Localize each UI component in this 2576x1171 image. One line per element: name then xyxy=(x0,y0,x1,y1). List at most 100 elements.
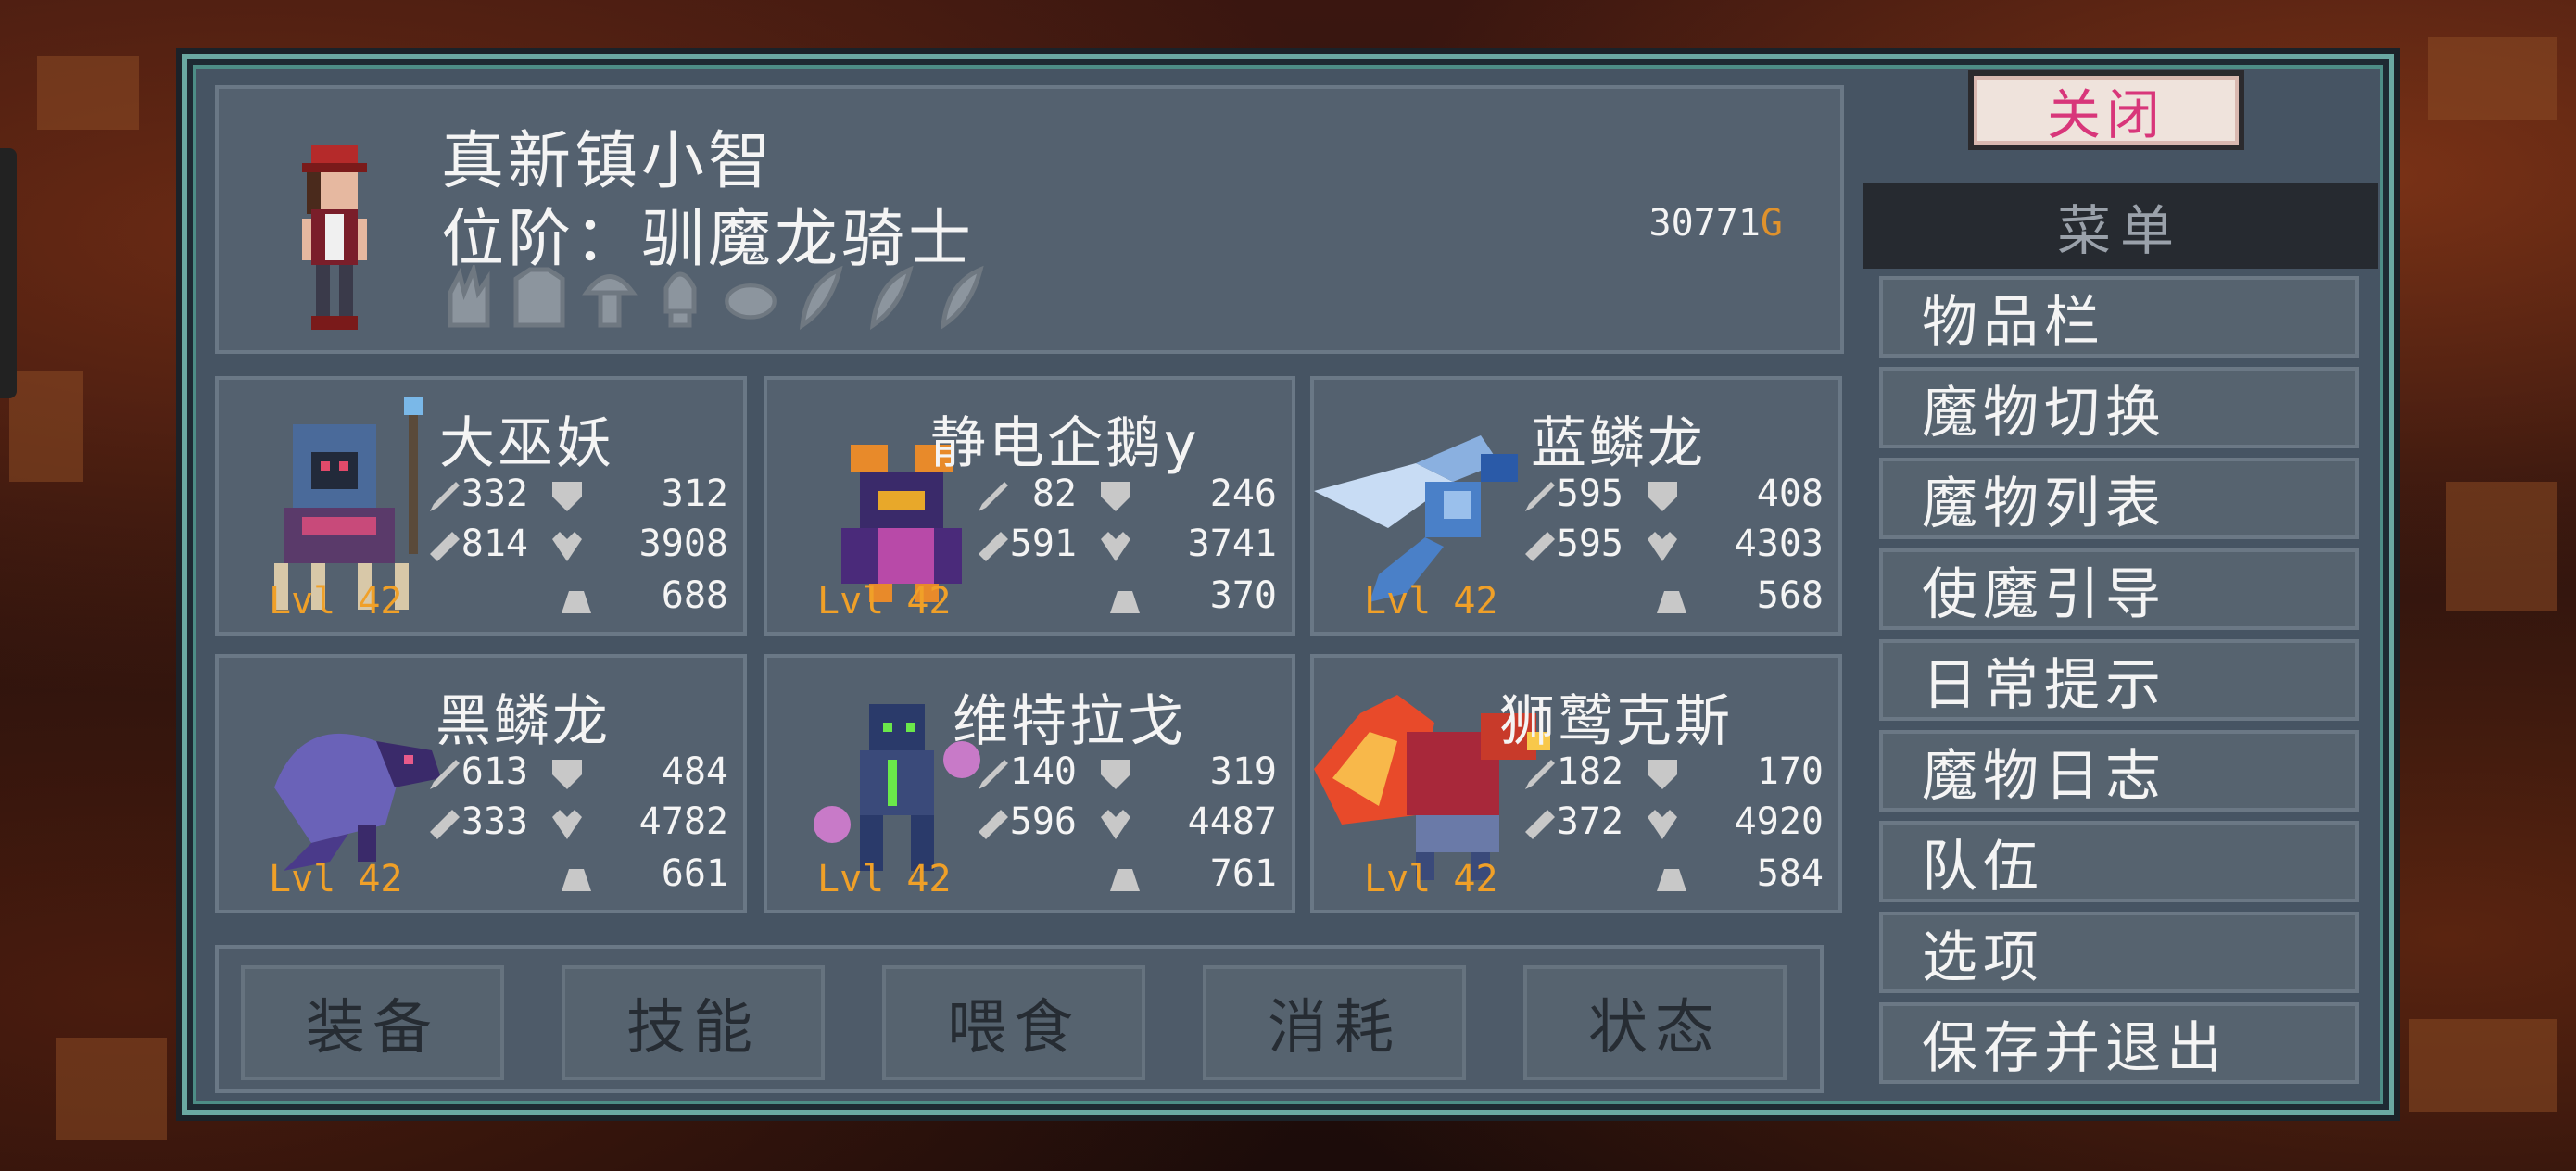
stat-magic: 333 xyxy=(461,800,528,843)
monster-name: 狮鹫克斯 xyxy=(1499,689,1733,754)
monster-card[interactable]: 静电企鹅y 82 246 591 3741 370 Lvl 42 xyxy=(764,376,1295,636)
mana-pot-icon xyxy=(562,591,591,613)
stat-magic: 595 xyxy=(1556,523,1623,565)
stat-attack: 182 xyxy=(1556,750,1623,793)
monster-level: Lvl 42 xyxy=(817,858,952,900)
stone-badge-icon xyxy=(725,283,777,320)
menu-item-monster-list[interactable]: 魔物列表 xyxy=(1879,458,2359,539)
stat-attack: 332 xyxy=(461,472,528,515)
stat-mana: 761 xyxy=(1209,852,1277,895)
monster-name: 大巫妖 xyxy=(439,411,614,476)
stat-health: 4920 xyxy=(1734,800,1824,843)
gold-unit: G xyxy=(1760,202,1783,245)
menu-item-save-and-quit[interactable]: 保存并退出 xyxy=(1879,1002,2359,1084)
attack-sword-icon xyxy=(979,482,1008,511)
stat-health: 4782 xyxy=(638,800,728,843)
mana-pot-icon xyxy=(1657,869,1686,891)
feather-badge-icon xyxy=(940,265,984,330)
monster-level: Lvl 42 xyxy=(817,580,952,623)
defense-shield-icon xyxy=(1101,482,1130,511)
defense-shield-icon xyxy=(1648,482,1677,511)
lich-sprite xyxy=(274,397,423,610)
monster-level: Lvl 42 xyxy=(269,580,403,623)
close-button[interactable]: 关闭 xyxy=(1968,70,2244,150)
mana-pot-icon xyxy=(1110,591,1140,613)
stat-magic: 814 xyxy=(461,523,528,565)
consume-button[interactable]: 消耗 xyxy=(1203,965,1466,1080)
menu-item-inventory[interactable]: 物品栏 xyxy=(1879,276,2359,358)
equip-button[interactable]: 装备 xyxy=(241,965,504,1080)
keeper-badges xyxy=(441,265,990,330)
magic-wand-icon xyxy=(1525,532,1555,561)
monster-level: Lvl 42 xyxy=(269,858,403,900)
defense-shield-icon xyxy=(552,760,582,789)
magic-wand-icon xyxy=(1525,810,1555,839)
gold-counter: 30771G xyxy=(1648,202,1783,245)
stat-defense: 170 xyxy=(1756,750,1824,793)
monster-level: Lvl 42 xyxy=(1364,580,1498,623)
attack-sword-icon xyxy=(430,482,460,511)
trainer-sprite xyxy=(302,145,367,330)
attack-sword-icon xyxy=(1525,482,1555,511)
stat-defense: 484 xyxy=(661,750,728,793)
stat-health: 4303 xyxy=(1734,523,1824,565)
health-heart-icon xyxy=(552,532,582,561)
defense-shield-icon xyxy=(552,482,582,511)
menu-item-daily-tips[interactable]: 日常提示 xyxy=(1879,639,2359,721)
stat-magic: 596 xyxy=(1009,800,1077,843)
mushroom-badge-icon xyxy=(582,274,638,328)
claw-badge-icon xyxy=(448,265,490,328)
monster-name: 蓝鳞龙 xyxy=(1531,411,1706,476)
menu-item-party[interactable]: 队伍 xyxy=(1879,821,2359,902)
feather-badge-icon xyxy=(869,265,914,330)
monster-card[interactable]: 大巫妖 332 312 814 3908 688 Lvl 42 xyxy=(215,376,747,636)
stat-defense: 312 xyxy=(661,472,728,515)
stat-health: 3741 xyxy=(1187,523,1277,565)
monster-card[interactable]: 蓝鳞龙 595 408 595 4303 568 Lvl 42 xyxy=(1310,376,1842,636)
monster-card[interactable]: 狮鹫克斯 182 170 372 4920 584 Lvl 42 xyxy=(1310,654,1842,913)
black-wyvern-sprite xyxy=(274,733,441,871)
menu-title: 菜单 xyxy=(1863,183,2378,269)
bulb-badge-icon xyxy=(663,271,697,328)
monster-name: 黑鳞龙 xyxy=(436,689,611,754)
magic-wand-icon xyxy=(979,532,1008,561)
feather-badge-icon xyxy=(799,265,843,330)
stat-magic: 372 xyxy=(1556,800,1623,843)
stat-attack: 595 xyxy=(1556,472,1623,515)
mana-pot-icon xyxy=(1110,869,1140,891)
health-heart-icon xyxy=(1648,810,1677,839)
health-heart-icon xyxy=(1101,532,1130,561)
stat-mana: 661 xyxy=(661,852,728,895)
menu-item-options[interactable]: 选项 xyxy=(1879,912,2359,993)
stat-defense: 319 xyxy=(1209,750,1277,793)
stat-magic: 591 xyxy=(1009,523,1077,565)
stat-attack: 82 xyxy=(1031,472,1077,515)
stat-health: 3908 xyxy=(638,523,728,565)
health-heart-icon xyxy=(1648,532,1677,561)
monster-card[interactable]: 黑鳞龙 613 484 333 4782 661 Lvl 42 xyxy=(215,654,747,913)
menu-item-monster-journal[interactable]: 魔物日志 xyxy=(1879,730,2359,812)
armor-badge-icon xyxy=(513,267,565,328)
stat-attack: 613 xyxy=(461,750,528,793)
stat-health: 4487 xyxy=(1187,800,1277,843)
stat-mana: 568 xyxy=(1756,574,1824,617)
magic-wand-icon xyxy=(979,810,1008,839)
attack-sword-icon xyxy=(430,760,460,789)
monster-card[interactable]: 维特拉戈 140 319 596 4487 761 Lvl 42 xyxy=(764,654,1295,913)
attack-sword-icon xyxy=(1525,760,1555,789)
health-heart-icon xyxy=(552,810,582,839)
mana-pot-icon xyxy=(1657,591,1686,613)
stat-defense: 408 xyxy=(1756,472,1824,515)
stat-attack: 140 xyxy=(1009,750,1077,793)
defense-shield-icon xyxy=(1648,760,1677,789)
skills-button[interactable]: 技能 xyxy=(562,965,825,1080)
system-edge-handle xyxy=(0,148,17,398)
monster-action-bar: 装备 技能 喂食 消耗 状态 xyxy=(215,945,1824,1093)
menu-item-monster-swap[interactable]: 魔物切换 xyxy=(1879,367,2359,448)
menu-item-familiar-guide[interactable]: 使魔引导 xyxy=(1879,548,2359,630)
feed-button[interactable]: 喂食 xyxy=(882,965,1145,1080)
stat-defense: 246 xyxy=(1209,472,1277,515)
attack-sword-icon xyxy=(979,760,1008,789)
status-button[interactable]: 状态 xyxy=(1523,965,1787,1080)
stat-mana: 688 xyxy=(661,574,728,617)
